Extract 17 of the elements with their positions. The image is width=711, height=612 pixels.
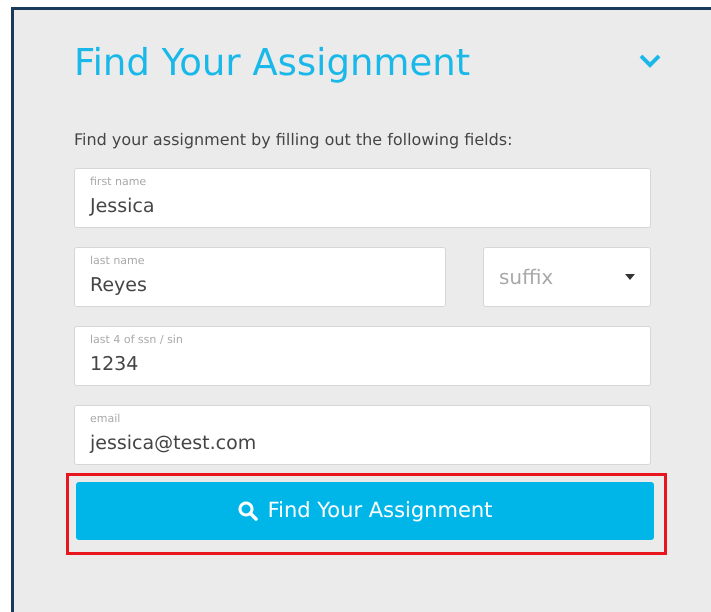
panel-title: Find Your Assignment	[74, 40, 470, 86]
search-icon	[238, 501, 258, 521]
field-value[interactable]: 1234	[90, 349, 138, 379]
text-field[interactable]: last name Reyes	[74, 247, 446, 307]
field-label: last 4 of ssn / sin	[90, 333, 184, 347]
text-field[interactable]: first name Jessica	[74, 168, 651, 228]
field-value[interactable]: Reyes	[90, 270, 147, 300]
text-field[interactable]: email jessica@test.com	[74, 405, 651, 465]
field-label: email	[90, 412, 122, 426]
text-field[interactable]: last 4 of ssn / sin 1234	[74, 326, 651, 386]
instructions-text: Find your assignment by filling out the following fields:	[74, 129, 514, 151]
field-value[interactable]: Jessica	[90, 191, 154, 221]
field-value[interactable]: jessica@test.com	[90, 428, 256, 458]
caret-icon	[625, 274, 635, 280]
chevron-icon[interactable]	[639, 54, 661, 68]
field-label: last name	[90, 254, 146, 268]
field-label: first name	[90, 175, 148, 189]
